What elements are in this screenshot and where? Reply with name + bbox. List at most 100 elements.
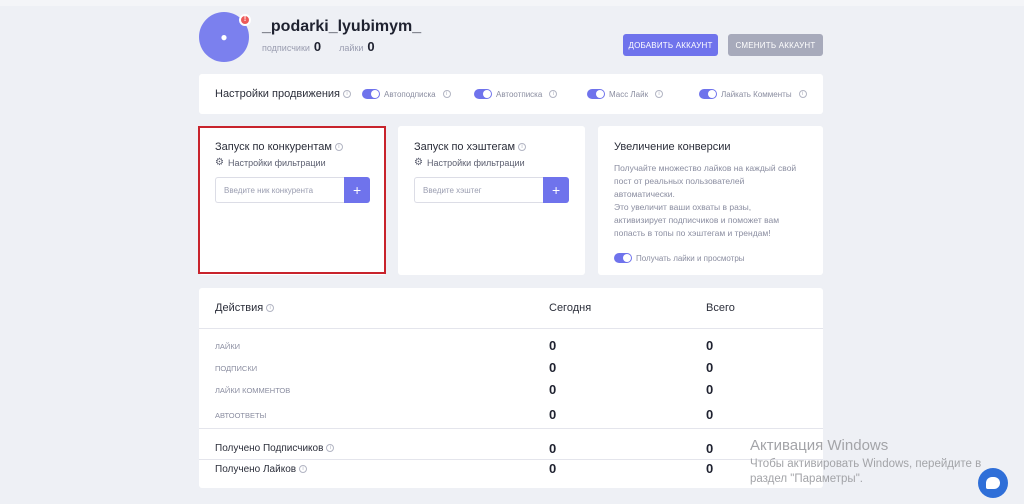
info-icon[interactable]: i	[266, 304, 275, 313]
competitor-input-group: +	[215, 177, 370, 203]
row-comment-likes-total: 0	[706, 382, 714, 397]
conversion-title: Увеличение конверсии	[614, 141, 731, 153]
row-follows-label: ПОДПИСКИ	[215, 364, 258, 373]
info-icon[interactable]: i	[334, 143, 343, 152]
hashtags-title: Запуск по хэштегам i	[414, 141, 527, 153]
likes-label: лайки	[339, 43, 364, 53]
user-icon: ●	[220, 30, 228, 44]
competitors-card: Запуск по конкурентам i ⚙ Настройки фильт…	[199, 126, 386, 275]
username: _podarki_lyubimym_	[262, 18, 422, 35]
conversion-text-line: Получайте множество лайков на каждый сво…	[614, 163, 797, 173]
col-actions-label: Действия	[215, 302, 264, 314]
toggle-autounfollow[interactable]: Автоотписка i	[474, 89, 558, 99]
info-icon[interactable]: i	[343, 90, 352, 99]
row-autoreplies-label: АВТООТВЕТЫ	[215, 411, 267, 420]
chat-icon[interactable]	[978, 468, 1008, 498]
divider	[199, 328, 823, 329]
row-likes-label: ЛАЙКИ	[215, 342, 241, 351]
competitors-title: Запуск по конкурентам i	[215, 141, 343, 153]
windows-activation-text: Чтобы активировать Windows, перейдите в …	[750, 457, 1000, 487]
avatar[interactable]: ● !	[199, 12, 251, 62]
windows-activation-line: раздел "Параметры".	[750, 473, 863, 485]
windows-activation-line: Чтобы активировать Windows, перейдите в	[750, 458, 982, 470]
info-icon[interactable]: i	[518, 143, 527, 152]
conversion-text-line: попасть в топы по хэштегам и трендам!	[614, 228, 771, 238]
toggle-label: Получать лайки и просмотры	[636, 253, 745, 263]
received-likes-total: 0	[706, 461, 714, 476]
info-icon[interactable]: i	[299, 465, 308, 474]
gear-icon: ⚙	[215, 157, 224, 168]
info-icon[interactable]: i	[442, 90, 451, 98]
toggle-label: Автоподписка	[384, 89, 436, 99]
conversion-text-line: автоматически.	[614, 189, 675, 199]
hashtag-input[interactable]	[414, 177, 544, 203]
promotion-settings-title: Настройки продвижения i	[215, 88, 352, 100]
row-autoreplies-today: 0	[549, 407, 557, 422]
toggle-like-comments[interactable]: Лайкать Комменты i	[699, 89, 807, 99]
row-follows-today: 0	[549, 360, 557, 375]
profile-header: ● ! _podarki_lyubimym_ подписчики 0 лайк…	[199, 6, 823, 70]
hashtags-filter-link[interactable]: ⚙ Настройки фильтрации	[414, 157, 525, 168]
col-total-header: Всего	[706, 302, 735, 314]
divider	[199, 459, 823, 460]
toggle-switch[interactable]	[474, 89, 492, 99]
conversion-description: Получайте множество лайков на каждый сво…	[614, 162, 814, 240]
notification-badge[interactable]: !	[239, 14, 251, 26]
col-actions-header: Действия i	[215, 302, 275, 314]
received-followers-text: Получено Подписчиков	[215, 443, 324, 454]
followers-label: подписчики	[262, 43, 310, 53]
add-competitor-button[interactable]: +	[344, 177, 370, 203]
promotion-settings: Настройки продвижения i Автоподписка i Ав…	[199, 74, 823, 114]
competitors-title-label: Запуск по конкурентам	[215, 141, 332, 153]
received-likes-text: Получено Лайков	[215, 464, 297, 475]
info-icon[interactable]: i	[549, 90, 558, 98]
row-follows-total: 0	[706, 360, 714, 375]
toggle-switch[interactable]	[362, 89, 380, 99]
add-account-button[interactable]: ДОБАВИТЬ АККАУНТ	[623, 34, 718, 56]
received-likes-label: Получено Лайков i	[215, 464, 308, 475]
conversion-text-line: пост от реальных пользователей	[614, 176, 745, 186]
hashtags-card: Запуск по хэштегам i ⚙ Настройки фильтрац…	[398, 126, 585, 275]
toggle-switch[interactable]	[699, 89, 717, 99]
row-likes-total: 0	[706, 338, 714, 353]
hashtags-title-label: Запуск по хэштегам	[414, 141, 516, 153]
toggle-autofollow[interactable]: Автоподписка i	[362, 89, 451, 99]
received-likes-today: 0	[549, 461, 557, 476]
toggle-label: Масс Лайк	[609, 89, 649, 99]
toggle-label: Лайкать Комменты	[721, 89, 792, 99]
windows-activation-title: Активация Windows	[750, 437, 889, 454]
switch-account-button[interactable]: СМЕНИТЬ АККАУНТ	[728, 34, 823, 56]
competitors-filter-link[interactable]: ⚙ Настройки фильтрации	[215, 157, 326, 168]
toggle-switch[interactable]	[614, 253, 632, 263]
toggle-switch[interactable]	[587, 89, 605, 99]
divider	[199, 428, 823, 429]
profile-stats: подписчики 0 лайки 0	[262, 39, 389, 54]
col-today-header: Сегодня	[549, 302, 592, 314]
toggle-label: Автоотписка	[496, 89, 543, 99]
likes-count: 0	[367, 39, 375, 54]
promotion-settings-label: Настройки продвижения	[215, 88, 341, 100]
conversion-text-line: активизирует подписчиков и поможет вам	[614, 215, 780, 225]
toggle-mass-like[interactable]: Масс Лайк i	[587, 89, 664, 99]
hashtag-input-group: +	[414, 177, 569, 203]
conversion-card: Увеличение конверсии Получайте множество…	[598, 126, 823, 275]
conversion-text-line: Это увеличит ваши охваты в разы,	[614, 202, 752, 212]
followers-count: 0	[313, 39, 322, 54]
get-likes-toggle[interactable]: Получать лайки и просмотры	[614, 253, 745, 263]
competitor-input[interactable]	[215, 177, 345, 203]
row-autoreplies-total: 0	[706, 407, 714, 422]
info-icon[interactable]: i	[798, 90, 807, 98]
row-comment-likes-today: 0	[549, 382, 557, 397]
received-followers-total: 0	[706, 441, 714, 456]
dashboard: ● ! _podarki_lyubimym_ подписчики 0 лайк…	[198, 6, 823, 488]
actions-stats-table: Действия i Сегодня Всего ЛАЙКИ 0 0 ПОДПИС…	[199, 288, 823, 488]
received-followers-label: Получено Подписчиков i	[215, 443, 335, 454]
filter-label: Настройки фильтрации	[426, 157, 525, 168]
add-hashtag-button[interactable]: +	[543, 177, 569, 203]
received-followers-today: 0	[549, 441, 557, 456]
gear-icon: ⚙	[414, 157, 423, 168]
info-icon[interactable]: i	[326, 444, 335, 453]
info-icon[interactable]: i	[655, 90, 664, 98]
filter-label: Настройки фильтрации	[227, 157, 326, 168]
row-likes-today: 0	[549, 338, 557, 353]
